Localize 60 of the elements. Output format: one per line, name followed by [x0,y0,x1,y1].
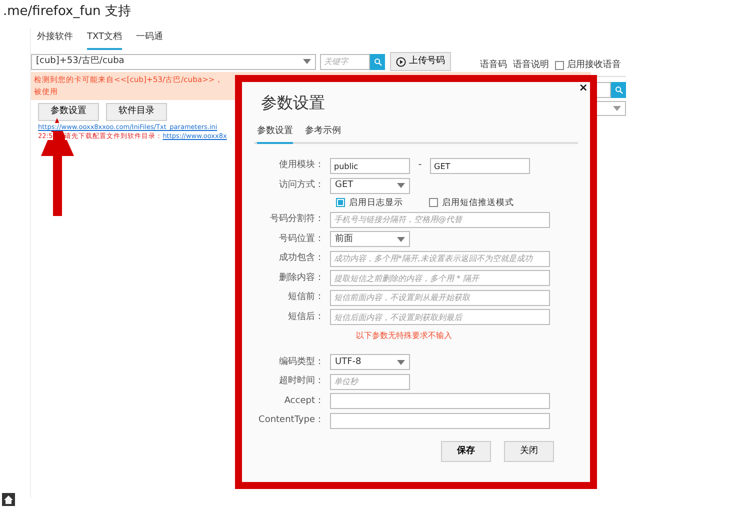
input-field[interactable]: 短信前面内容，不设置则从最开始获取 [330,290,550,306]
country-select[interactable]: [cub]+53/古巴/cuba [31,54,316,70]
input-field[interactable] [330,393,550,410]
field-label: 编码类型： [278,356,325,368]
page-title: .me/firefox_fun 支持 [3,3,132,21]
dropdown[interactable]: GET [330,178,410,194]
field-label: 号码位置： [278,232,325,246]
input-field[interactable]: 短信后面内容，不设置则获取到最后 [330,309,550,326]
search-button[interactable] [370,54,385,70]
home-icon[interactable] [2,493,15,506]
toolbar-button[interactable]: 参数设置 [38,103,99,121]
field-label: 删除内容： [278,272,325,284]
tab[interactable]: 参考示例 [305,123,341,144]
field-label: 超时时间： [278,375,325,388]
input-field[interactable]: 手机号与链接分隔符，空格用@代替 [330,212,550,228]
tab[interactable]: 外接软件 [37,28,73,50]
play-icon [396,56,406,66]
checkbox-label: 启用接收语音 [567,59,621,72]
field-label: Accept： [283,394,325,408]
caret-icon [397,360,405,365]
voice-link[interactable]: 语音说明 [513,59,549,72]
upload-button[interactable]: 上传号码 [390,52,451,71]
search-button[interactable] [611,82,626,98]
field-label: 短信前： [287,291,325,304]
dialog-button[interactable]: 保存 [441,441,491,462]
input-field[interactable] [330,412,550,429]
voice-link[interactable]: 语音码 [480,59,507,72]
caret-icon [303,59,311,64]
field-label: 成功包含： [278,252,325,265]
dropdown[interactable]: UTF-8 [330,354,410,370]
separator-label: - [417,159,423,172]
checkbox[interactable] [555,61,564,70]
field-label: 访问方式： [278,178,325,192]
caret-icon [397,236,405,242]
input-field[interactable]: 单位秒 [330,374,410,390]
toolbar-button[interactable]: 软件目录 [106,103,167,121]
search-icon [374,58,382,66]
tab[interactable]: 参数设置 [257,123,293,144]
input-field[interactable]: 成功内容，多个用*隔开,未设置表示返回不为空就是成功 [330,250,550,267]
hint-text: 以下参数无特殊要求不输入 [355,330,453,342]
dialog-button[interactable]: 关闭 [504,441,554,462]
close-button[interactable]: × [578,82,588,93]
tab[interactable]: TXT文档 [87,28,122,50]
checkbox[interactable] [429,198,438,208]
checkbox[interactable] [336,198,345,208]
field-label: 号码分割符： [269,213,325,226]
input-field[interactable]: public [330,158,410,174]
input-field[interactable]: GET [430,158,530,174]
tab[interactable]: 一码通 [136,28,164,50]
field-label: 短信后： [287,310,325,324]
caret-icon [397,183,405,188]
dropdown[interactable]: 前面 [330,231,410,248]
checkbox-label: 启用短信推送模式 [442,196,514,210]
checkbox-label: 启用日志显示 [349,196,403,210]
caret-icon [613,106,621,110]
search-icon [614,86,622,94]
field-label: 使用模块： [278,159,325,172]
input-field[interactable]: 提取短信之前删除的内容，多个用 * 隔开 [330,270,550,286]
keyword-field[interactable]: 关键字 [320,54,370,70]
field-label: ContentType： [258,414,325,427]
